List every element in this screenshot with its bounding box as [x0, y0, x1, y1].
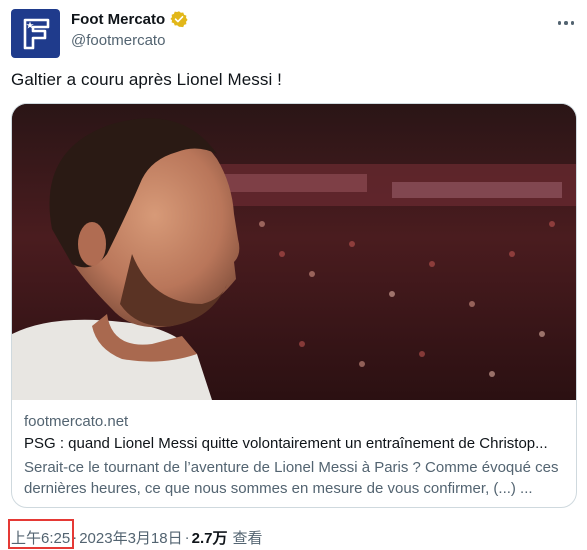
views-count[interactable]: 2.7万: [192, 527, 228, 548]
card-description[interactable]: Serait-ce le tournant de l’aventure de L…: [24, 457, 572, 499]
author-name-row: Foot Mercato: [71, 10, 188, 28]
verified-badge-icon: [170, 11, 188, 28]
author-display-name[interactable]: Foot Mercato: [71, 11, 165, 28]
foot-mercato-logo-icon: [23, 18, 49, 49]
tweet-date[interactable]: 2023年3月18日: [79, 527, 182, 548]
tweet-text: Galtier a couru après Lionel Messi !: [11, 70, 283, 89]
views-label[interactable]: 查看: [232, 527, 262, 548]
card-title[interactable]: PSG : quand Lionel Messi quitte volontai…: [24, 435, 572, 452]
tweet-meta: 上午6:25 · 2023年3月18日 · 2.7万 查看: [11, 527, 262, 548]
author-handle[interactable]: @footmercato: [71, 32, 165, 49]
card-domain[interactable]: footmercato.net: [24, 413, 128, 430]
avatar[interactable]: [11, 9, 60, 58]
link-card[interactable]: footmercato.net PSG : quand Lionel Messi…: [11, 103, 577, 508]
meta-separator: ·: [72, 529, 78, 546]
card-image[interactable]: [12, 104, 576, 400]
more-options-icon[interactable]: [553, 12, 579, 34]
player-photo-image: [12, 104, 576, 400]
meta-separator: ·: [184, 529, 190, 546]
tweet-time[interactable]: 上午6:25: [11, 527, 70, 548]
